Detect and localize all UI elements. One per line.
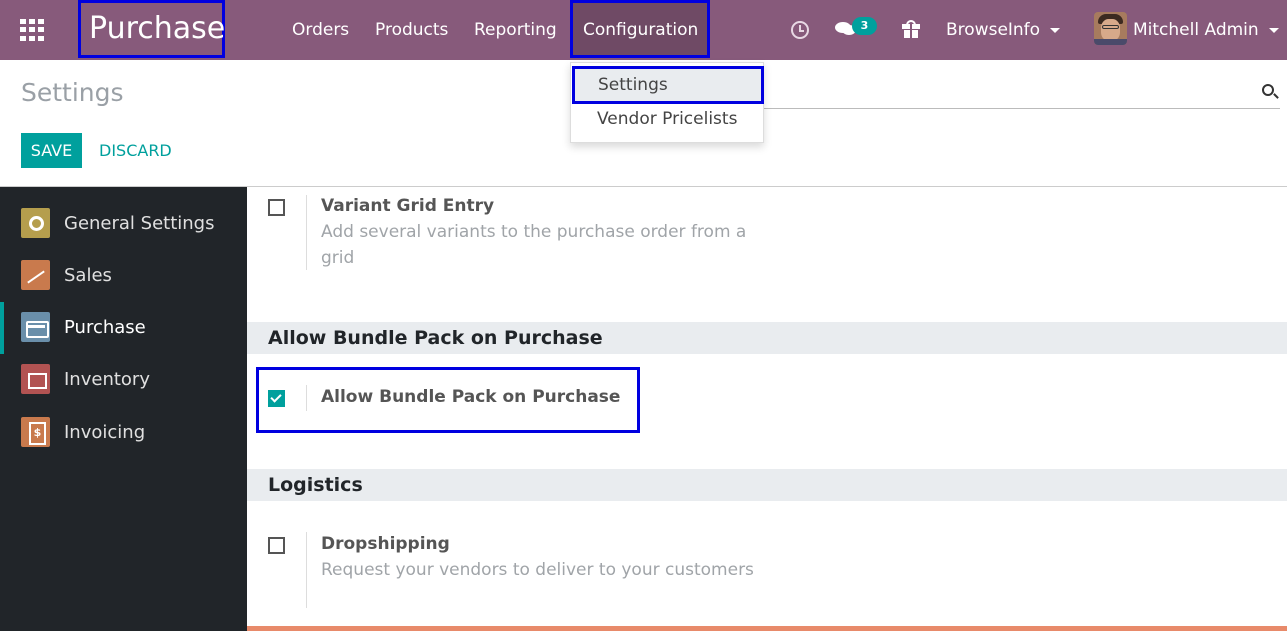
dropdown-item-vendor-pricelists[interactable]: Vendor Pricelists [597, 107, 737, 131]
app-brand[interactable]: Purchase [78, 0, 225, 58]
dropshipping-checkbox[interactable] [268, 537, 285, 554]
menu-products[interactable]: Products [375, 0, 448, 60]
apps-menu-icon[interactable] [20, 19, 44, 41]
search-icon[interactable] [1262, 84, 1274, 96]
section-heading-bundle: Allow Bundle Pack on Purchase [247, 322, 1287, 354]
sidebar-item-inventory[interactable]: Inventory [0, 354, 247, 406]
variant-grid-checkbox[interactable] [268, 199, 285, 216]
sidebar-item-label: Invoicing [64, 422, 146, 443]
divider [306, 195, 307, 270]
bundle-pack-title: Allow Bundle Pack on Purchase [321, 387, 621, 407]
purchase-card-icon [21, 312, 50, 342]
user-menu[interactable]: Mitchell Admin [1133, 0, 1279, 60]
gift-icon[interactable] [902, 20, 920, 38]
divider [306, 385, 307, 411]
sidebar-item-purchase[interactable]: Purchase [0, 302, 247, 354]
section-border [247, 626, 1287, 631]
company-switcher[interactable]: BrowseInfo [946, 0, 1061, 60]
variant-grid-description: Add several variants to the purchase ord… [321, 222, 747, 268]
inventory-box-icon [21, 364, 50, 394]
chat-count-badge: 3 [852, 17, 877, 35]
avatar[interactable] [1094, 12, 1127, 45]
sidebar-item-label: Sales [64, 265, 112, 286]
section-heading-logistics: Logistics [247, 469, 1287, 501]
sidebar-item-label: Purchase [64, 317, 146, 338]
chevron-down-icon [1050, 27, 1061, 33]
activity-clock-icon[interactable] [791, 21, 809, 39]
dropshipping-description: Request your vendors to deliver to your … [321, 560, 754, 580]
discard-button[interactable]: DISCARD [99, 133, 172, 168]
sidebar-item-label: Inventory [64, 369, 150, 390]
sidebar-item-label: General Settings [64, 213, 215, 234]
dropshipping-title: Dropshipping [321, 534, 450, 554]
menu-orders[interactable]: Orders [292, 0, 349, 60]
sidebar-item-general-settings[interactable]: General Settings [0, 198, 247, 250]
sidebar-item-invoicing[interactable]: Invoicing [0, 407, 247, 459]
bundle-pack-checkbox[interactable] [268, 390, 285, 407]
sidebar-item-sales[interactable]: Sales [0, 250, 247, 302]
settings-content: Variant Grid Entry Add several variants … [247, 187, 1287, 631]
settings-sidebar: General Settings Sales Purchase Inventor… [0, 187, 247, 631]
search-input[interactable] [700, 108, 1280, 109]
save-button[interactable]: SAVE [21, 133, 82, 168]
user-name: Mitchell Admin [1133, 20, 1259, 40]
divider [306, 532, 307, 608]
invoice-icon [21, 417, 50, 447]
dropdown-item-settings[interactable]: Settings [572, 66, 764, 104]
variant-grid-title: Variant Grid Entry [321, 196, 495, 216]
company-name: BrowseInfo [946, 20, 1041, 40]
gear-icon [21, 208, 50, 238]
sales-chart-icon [21, 260, 50, 290]
chevron-down-icon [1268, 27, 1279, 33]
menu-reporting[interactable]: Reporting [474, 0, 557, 60]
page-title: Settings [21, 78, 124, 107]
top-navbar: Purchase Orders Products Reporting Confi… [0, 0, 1287, 60]
menu-configuration[interactable]: Configuration [570, 0, 710, 58]
configuration-dropdown: Settings Vendor Pricelists [570, 62, 764, 143]
